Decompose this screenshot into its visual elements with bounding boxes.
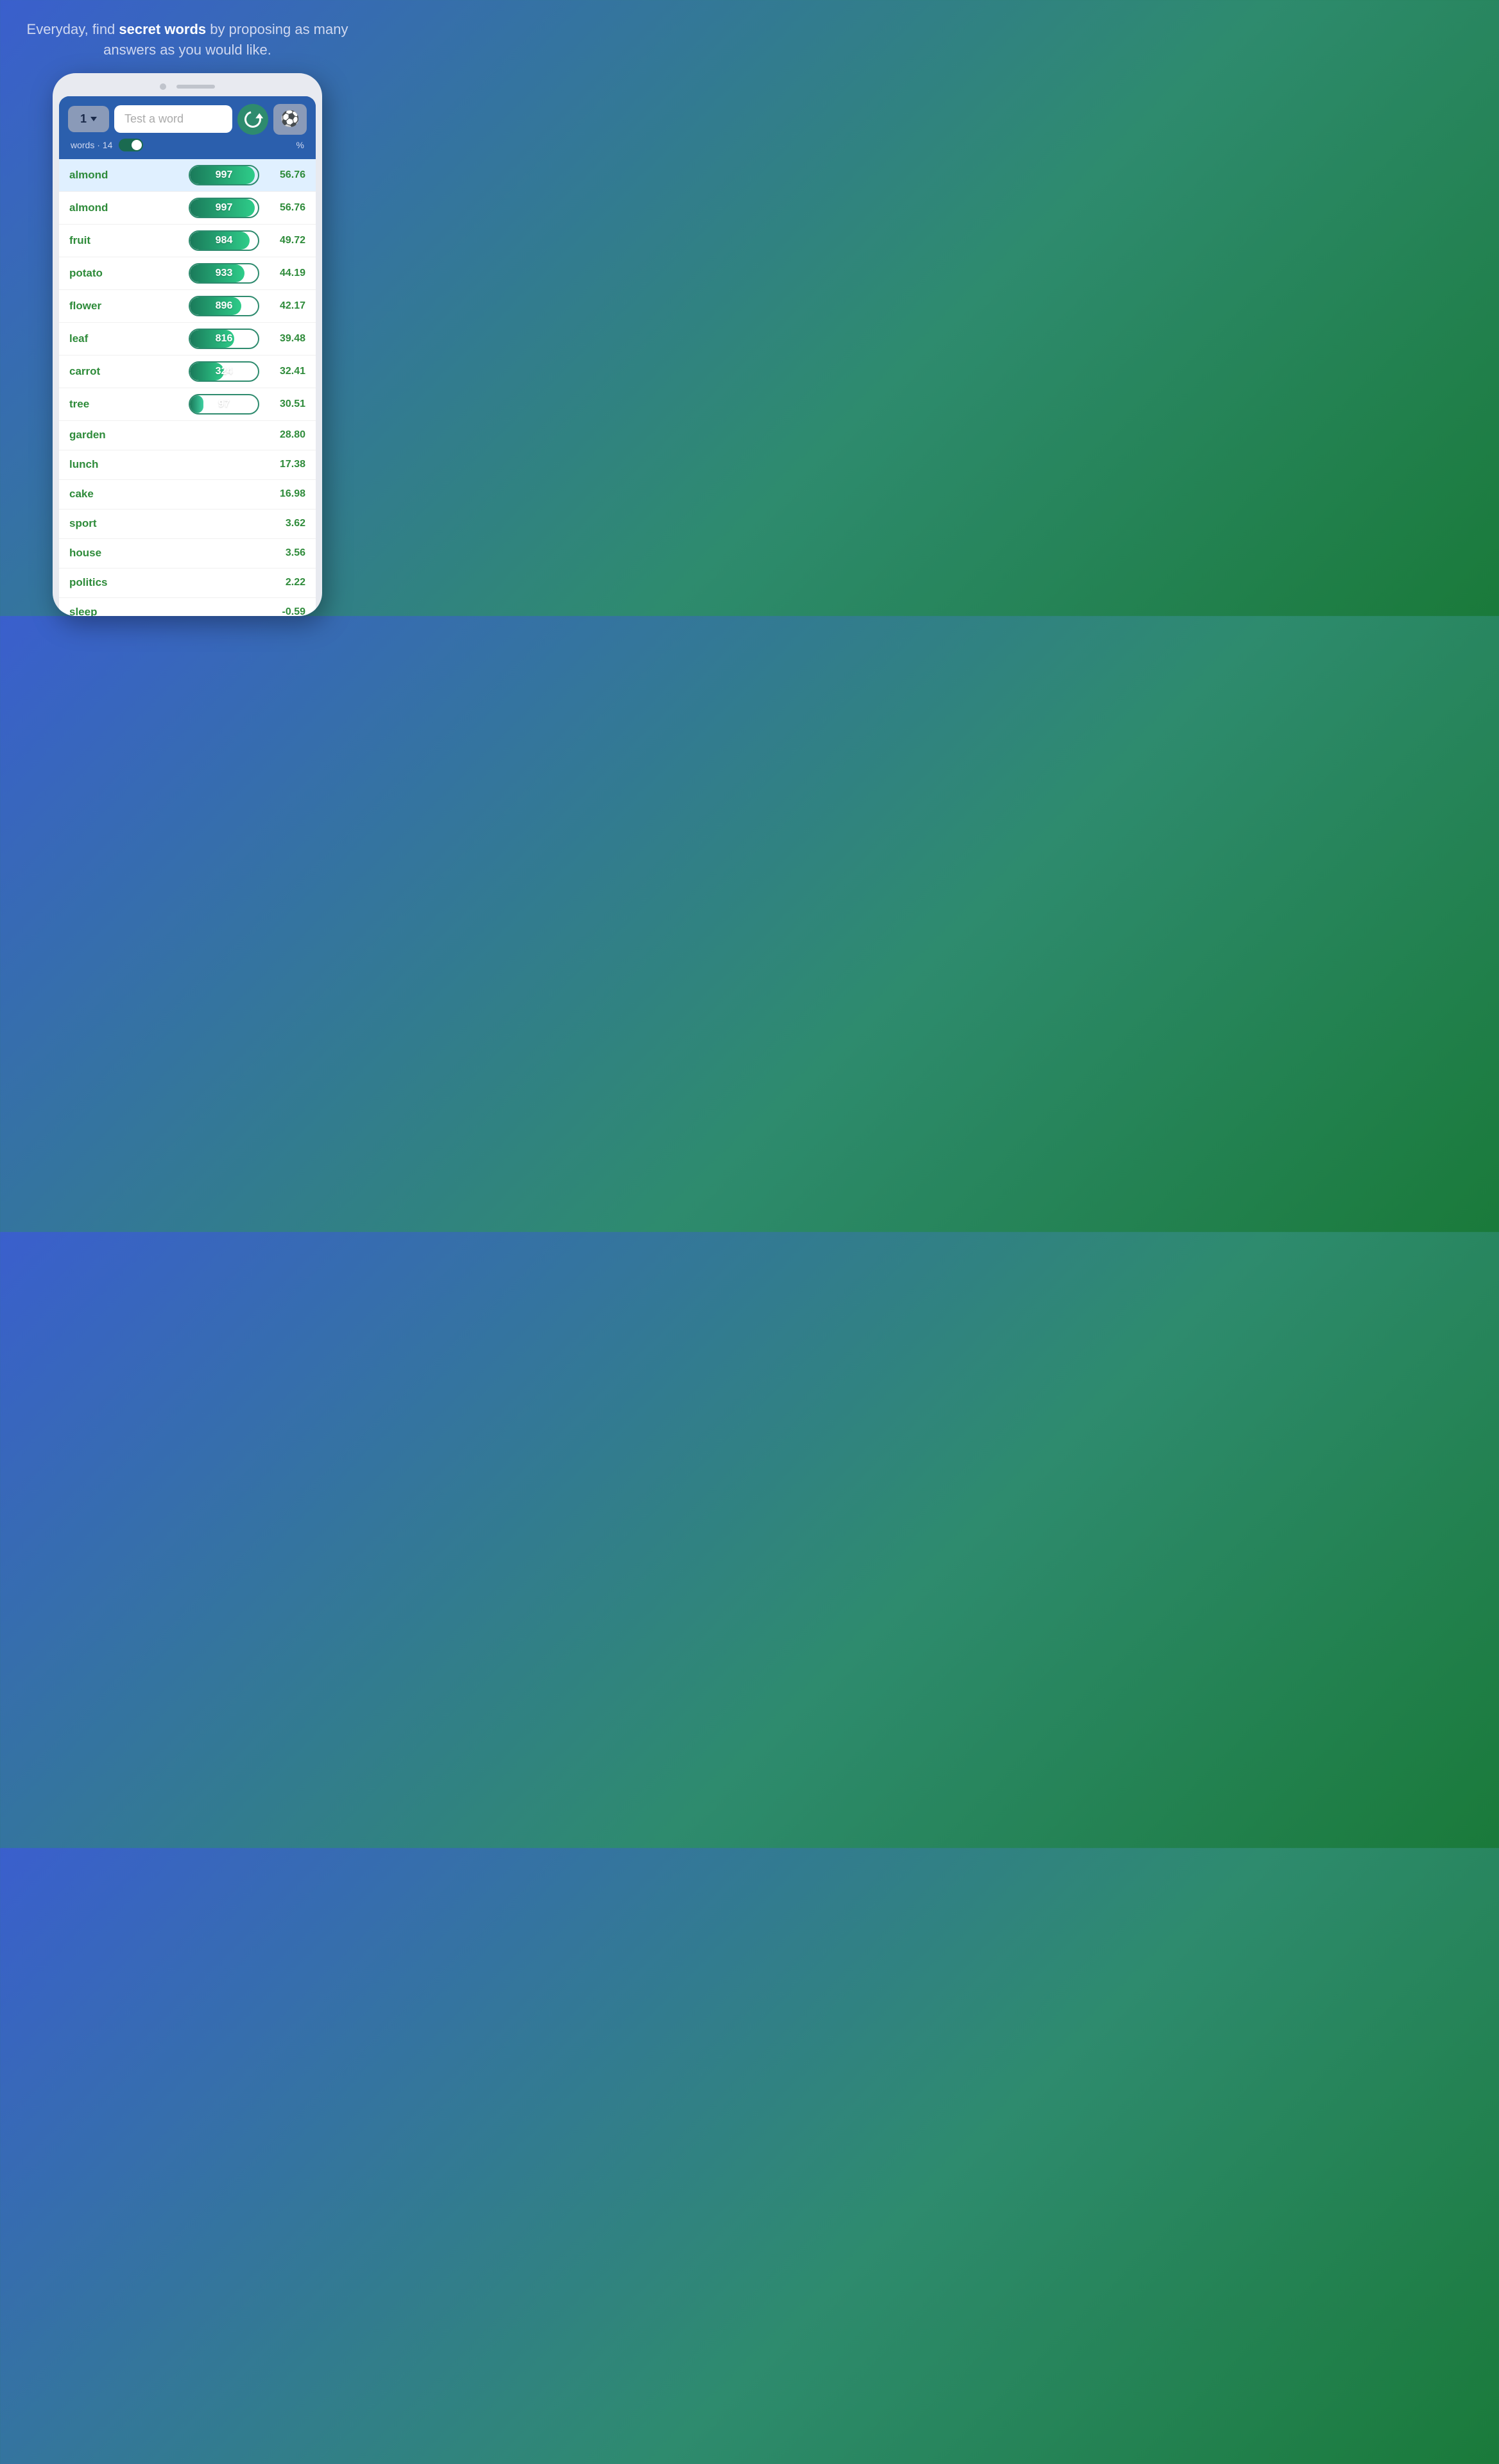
score-percent: 3.62 bbox=[267, 518, 305, 529]
score-value: 997 bbox=[216, 202, 233, 214]
percent-label: % bbox=[296, 140, 304, 150]
score-value: 97 bbox=[218, 398, 230, 410]
table-row: politics 2.22 bbox=[59, 569, 316, 598]
word-name: lunch bbox=[69, 458, 189, 471]
word-name: house bbox=[69, 547, 189, 560]
score-percent: 56.76 bbox=[267, 202, 305, 214]
word-name: leaf bbox=[69, 332, 189, 345]
pill-fill bbox=[190, 395, 203, 413]
word-name: sport bbox=[69, 517, 189, 530]
headline-part1: Everyday, find bbox=[27, 21, 119, 37]
phone-speaker bbox=[176, 85, 215, 89]
dropdown-value: 1 bbox=[80, 112, 87, 126]
table-row: flower 896 42.17 bbox=[59, 290, 316, 323]
score-percent: 49.72 bbox=[267, 235, 305, 246]
stats-left: words · 14 bbox=[71, 139, 143, 151]
score-value: 816 bbox=[216, 333, 233, 345]
word-input-placeholder: Test a word bbox=[124, 112, 184, 125]
score-percent: 2.22 bbox=[267, 577, 305, 588]
score-value: 324 bbox=[216, 366, 233, 377]
score-pill: 933 bbox=[189, 263, 259, 284]
word-name: sleep bbox=[69, 606, 189, 616]
word-name: garden bbox=[69, 429, 189, 441]
score-value: 933 bbox=[216, 268, 233, 279]
word-name: fruit bbox=[69, 234, 189, 247]
score-pill: 896 bbox=[189, 296, 259, 316]
score-pill: 816 bbox=[189, 329, 259, 349]
table-row: sleep -0.59 bbox=[59, 598, 316, 616]
table-row: garden 28.80 bbox=[59, 421, 316, 450]
score-percent: 44.19 bbox=[267, 268, 305, 279]
score-pill: 97 bbox=[189, 394, 259, 415]
words-count-label: words · 14 bbox=[71, 140, 112, 150]
table-row: almond 997 56.76 bbox=[59, 159, 316, 192]
word-name: cake bbox=[69, 488, 189, 501]
phone-camera bbox=[160, 83, 166, 90]
score-pill: 324 bbox=[189, 361, 259, 382]
word-name: carrot bbox=[69, 365, 189, 378]
score-percent: 16.98 bbox=[267, 488, 305, 500]
score-percent: 39.48 bbox=[267, 333, 305, 345]
table-row: carrot 324 32.41 bbox=[59, 355, 316, 388]
table-row: house 3.56 bbox=[59, 539, 316, 569]
table-row: lunch 17.38 bbox=[59, 450, 316, 480]
headline: Everyday, find secret words by proposing… bbox=[0, 0, 375, 73]
score-percent: 56.76 bbox=[267, 169, 305, 181]
input-row: 1 Test a word ⚽ bbox=[68, 104, 307, 135]
words-list: almond 997 56.76 almond 997 56.76 fruit 984 49.7… bbox=[59, 159, 316, 616]
category-button[interactable]: ⚽ bbox=[273, 104, 307, 135]
score-value: 997 bbox=[216, 169, 233, 181]
word-name: almond bbox=[69, 201, 189, 214]
table-row: leaf 816 39.48 bbox=[59, 323, 316, 355]
score-value: 984 bbox=[216, 235, 233, 246]
table-row: sport 3.62 bbox=[59, 509, 316, 539]
score-percent: 32.41 bbox=[267, 366, 305, 377]
score-percent: 3.56 bbox=[267, 547, 305, 559]
app-container: 1 Test a word ⚽ words · 14 % bbox=[59, 96, 316, 616]
word-name: potato bbox=[69, 267, 189, 280]
word-input[interactable]: Test a word bbox=[114, 105, 232, 133]
score-pill: 997 bbox=[189, 165, 259, 185]
score-percent: 28.80 bbox=[267, 429, 305, 441]
table-row: cake 16.98 bbox=[59, 480, 316, 509]
score-percent: 30.51 bbox=[267, 398, 305, 410]
word-name: flower bbox=[69, 300, 189, 312]
stats-row: words · 14 % bbox=[68, 135, 307, 153]
headline-bold: secret words bbox=[119, 21, 206, 37]
table-row: potato 933 44.19 bbox=[59, 257, 316, 290]
score-percent: 42.17 bbox=[267, 300, 305, 312]
refresh-icon bbox=[241, 108, 264, 131]
score-percent: 17.38 bbox=[267, 459, 305, 470]
toggle-switch[interactable] bbox=[119, 139, 143, 151]
score-pill: 984 bbox=[189, 230, 259, 251]
score-pill: 997 bbox=[189, 198, 259, 218]
word-name: tree bbox=[69, 398, 189, 411]
chevron-down-icon bbox=[90, 117, 97, 121]
word-name: almond bbox=[69, 169, 189, 182]
table-row: almond 997 56.76 bbox=[59, 192, 316, 225]
phone-frame: 1 Test a word ⚽ words · 14 % bbox=[53, 73, 322, 616]
score-value: 896 bbox=[216, 300, 233, 312]
puzzle-number-dropdown[interactable]: 1 bbox=[68, 106, 109, 132]
app-header: 1 Test a word ⚽ words · 14 % bbox=[59, 96, 316, 159]
table-row: fruit 984 49.72 bbox=[59, 225, 316, 257]
table-row: tree 97 30.51 bbox=[59, 388, 316, 421]
word-name: politics bbox=[69, 576, 189, 589]
phone-top-bar bbox=[59, 83, 316, 96]
soccer-icon: ⚽ bbox=[280, 110, 300, 128]
refresh-button[interactable] bbox=[237, 104, 268, 135]
score-percent: -0.59 bbox=[267, 606, 305, 616]
